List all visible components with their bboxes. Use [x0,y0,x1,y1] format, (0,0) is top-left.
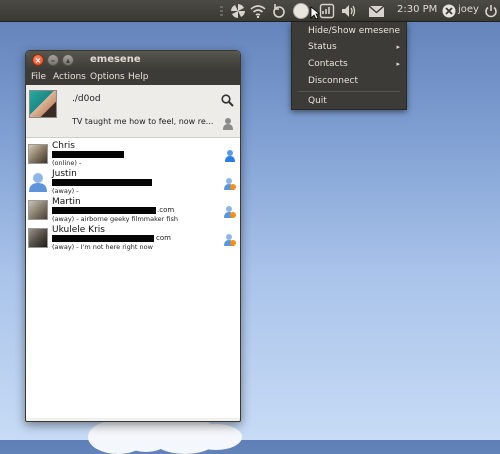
contact-list: Chris (online) - Justin (away) - Martin … [26,138,240,418]
contact-status-line: (away) - airborne geeky filmmaker fish [52,215,178,223]
contact-status-line: (away) - [52,187,79,195]
user-nick[interactable]: ./d0od [72,94,101,104]
away-status-icon [223,231,236,250]
contact-row[interactable]: Chris (online) - [26,140,240,170]
personal-message[interactable]: TV taught me how to feel, now re... [72,117,213,126]
network-manager-icon[interactable] [318,2,336,20]
menu-bar: File Actions Options Help [26,69,240,85]
submenu-arrow-icon: ▸ [396,43,400,51]
search-icon[interactable] [221,92,234,111]
menu-help[interactable]: Help [128,72,149,82]
menu-item-disconnect[interactable]: Disconnect [308,74,400,88]
redacted-email [52,207,156,214]
default-avatar-icon [28,172,48,192]
close-button[interactable]: × [32,54,44,66]
wifi-icon[interactable] [249,2,267,20]
menu-item-contacts[interactable]: Contacts ▸ [308,57,400,71]
menu-item-hide-show[interactable]: Hide/Show emesene [308,24,400,38]
contact-name: Justin [52,169,77,179]
clock[interactable]: 2:30 PM [397,4,437,15]
redacted-email [52,151,124,158]
contact-name: Martin [52,197,81,207]
email-domain-suffix: .com [157,206,175,214]
contact-row[interactable]: Martin .com (away) - airborne geeky film… [26,196,240,226]
tray-menu: Hide/Show emesene Status ▸ Contacts ▸ Di… [291,22,407,110]
updates-icon[interactable] [270,2,288,20]
menu-separator [298,91,400,92]
status-selector-icon[interactable] [222,115,234,134]
profile-panel: ./d0od TV taught me how to feel, now re.… [26,85,240,138]
contact-row[interactable]: Justin (away) - [26,168,240,198]
window-title: emesene [90,54,141,65]
minimize-button[interactable]: – [47,54,59,66]
emesene-window: × – ▴ emesene File Actions Options Help … [25,50,241,422]
volume-icon[interactable] [340,2,358,20]
user-switch-icon[interactable] [440,2,458,20]
mail-icon[interactable] [367,2,385,20]
contact-row[interactable]: Ukulele Kris com (away) - I'm not here r… [26,224,240,254]
contact-name: Ukulele Kris [52,225,105,235]
contact-avatar [28,228,48,248]
contact-avatar [28,144,48,164]
user-name[interactable]: joey [458,4,479,15]
power-icon[interactable] [482,2,500,20]
maximize-button[interactable]: ▴ [62,54,74,66]
user-avatar[interactable] [29,90,57,118]
title-bar[interactable]: × – ▴ emesene [26,51,240,69]
submenu-arrow-icon: ▸ [396,60,400,68]
menu-actions[interactable]: Actions [53,72,86,82]
redacted-email [52,235,154,242]
menu-file[interactable]: File [31,72,46,82]
contact-status-line: (away) - I'm not here right now [52,243,153,251]
menu-item-quit[interactable]: Quit [308,94,400,108]
panel-handle[interactable] [220,6,223,16]
menu-item-status[interactable]: Status ▸ [308,40,400,54]
contact-status-line: (online) - [52,159,82,167]
redacted-email [52,179,152,186]
menu-options[interactable]: Options [90,72,125,82]
away-status-icon [223,175,236,194]
away-status-icon [223,203,236,222]
top-panel: 2:30 PM joey [0,0,500,22]
online-status-icon [224,147,236,166]
contact-name: Chris [52,141,75,151]
pinwheel-icon[interactable] [229,2,247,20]
email-domain-suffix: com [156,234,171,242]
contact-avatar [28,200,48,220]
